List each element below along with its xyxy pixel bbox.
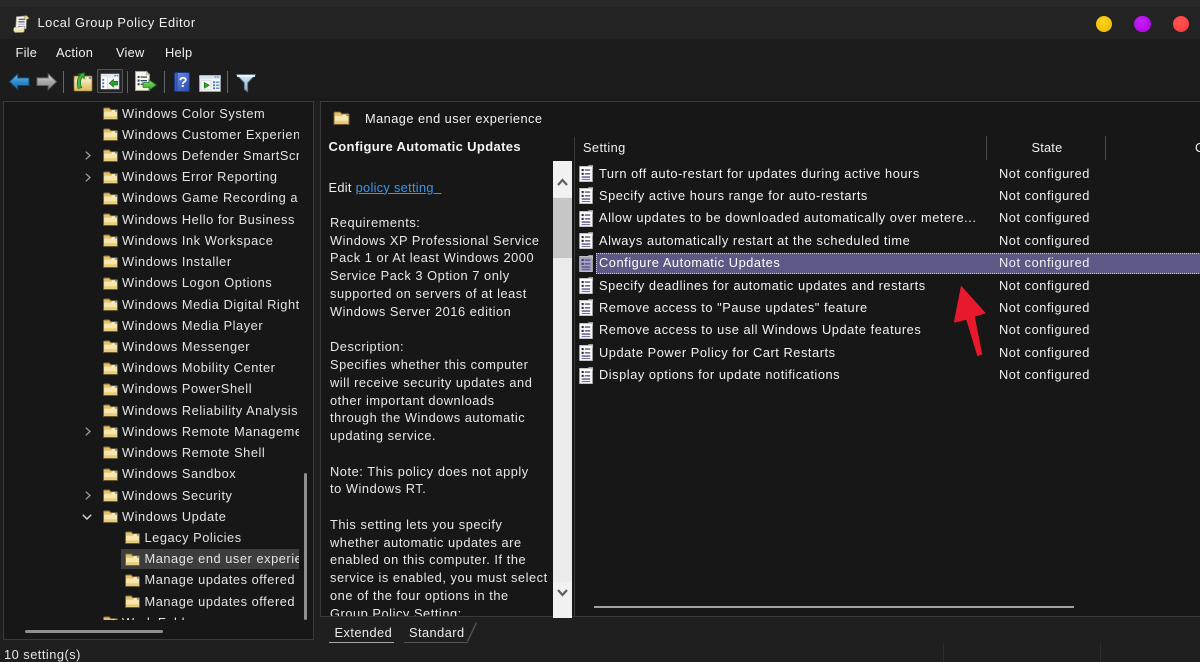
svg-text:?: ? bbox=[179, 75, 188, 91]
